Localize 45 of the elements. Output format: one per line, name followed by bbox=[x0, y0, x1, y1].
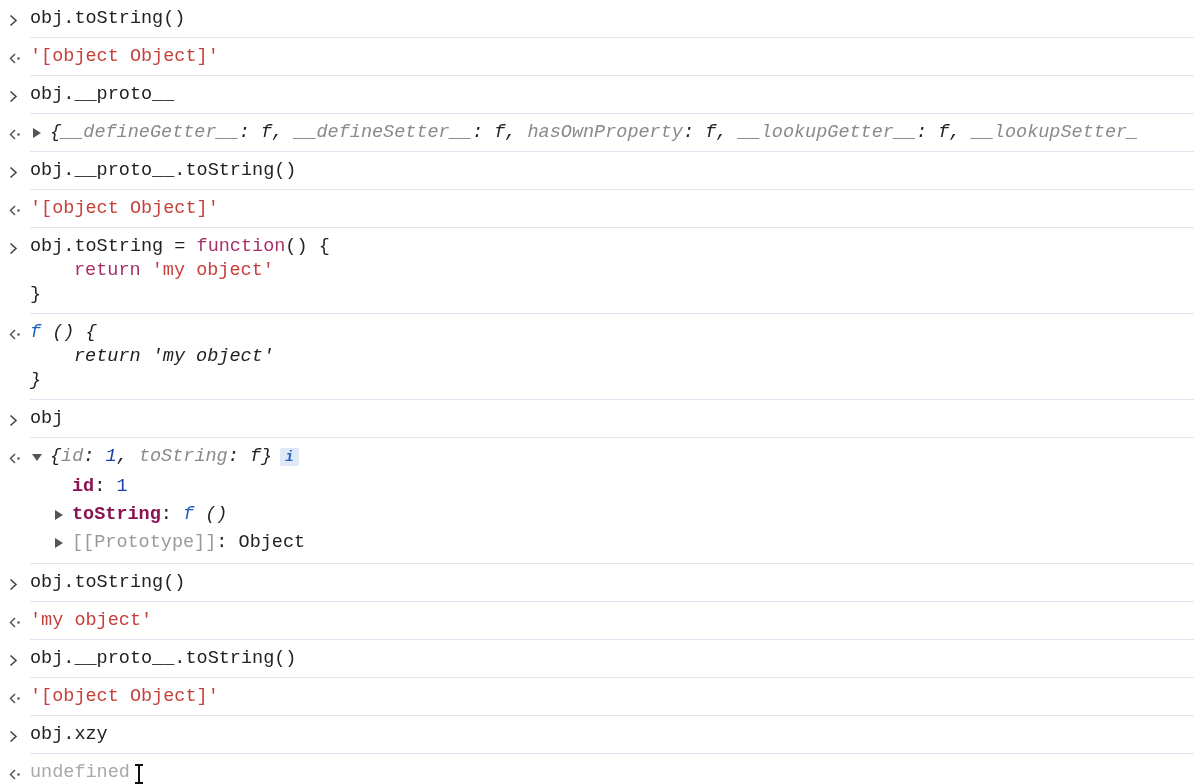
code-line: obj.__proto__ bbox=[30, 83, 175, 107]
prompt-chevron-icon bbox=[9, 730, 18, 743]
object-preview[interactable]: {id: 1, toString: f} bbox=[50, 445, 273, 469]
prompt-chevron-icon bbox=[9, 414, 18, 427]
code-line: } bbox=[30, 283, 42, 307]
prompt-chevron-icon bbox=[9, 14, 18, 27]
result-arrow-icon bbox=[9, 453, 21, 464]
result-arrow-icon bbox=[9, 129, 21, 140]
expand-triangle-icon[interactable] bbox=[54, 538, 64, 548]
prompt-chevron-icon bbox=[9, 90, 18, 103]
result-arrow-icon bbox=[9, 693, 21, 704]
code-line: obj.xzy bbox=[30, 723, 108, 747]
text-cursor-icon bbox=[133, 764, 145, 784]
code-line: obj.toString = function() { bbox=[30, 235, 330, 259]
code-line: obj bbox=[30, 407, 64, 431]
code-line: f () { bbox=[30, 321, 97, 345]
code-line: undefined bbox=[30, 761, 130, 784]
code-line: '[object Object]' bbox=[30, 197, 219, 221]
result-arrow-icon bbox=[9, 329, 21, 340]
code-line: obj.toString() bbox=[30, 571, 186, 595]
code-line: obj.__proto__.toString() bbox=[30, 647, 297, 671]
expand-triangle-icon[interactable] bbox=[54, 510, 64, 520]
code-line: '[object Object]' bbox=[30, 685, 219, 709]
prompt-chevron-icon bbox=[9, 166, 18, 179]
expand-triangle-icon[interactable] bbox=[32, 452, 42, 462]
result-arrow-icon bbox=[9, 53, 21, 64]
property-line[interactable]: toString: f () bbox=[72, 501, 228, 529]
prompt-chevron-icon bbox=[9, 578, 18, 591]
property-line[interactable]: [[Prototype]]: Object bbox=[72, 529, 306, 557]
property-line: id: 1 bbox=[72, 475, 128, 499]
code-line: 'my object' bbox=[30, 609, 153, 633]
expand-triangle-icon[interactable] bbox=[32, 128, 42, 138]
code-line: } bbox=[30, 369, 42, 393]
code-line: '[object Object]' bbox=[30, 45, 219, 69]
code-line: obj.__proto__.toString() bbox=[30, 159, 297, 183]
code-line: return 'my object' bbox=[74, 345, 274, 369]
code-line: obj.toString() bbox=[30, 7, 186, 31]
object-preview[interactable]: {__defineGetter__: f, __defineSetter__: f, hasOwnProperty: f, __lookupGetter__: f, __lookupSetter_ bbox=[50, 121, 1139, 145]
info-badge[interactable]: i bbox=[280, 448, 299, 466]
result-arrow-icon bbox=[9, 769, 21, 780]
result-arrow-icon bbox=[9, 205, 21, 216]
code-line: return 'my object' bbox=[74, 259, 274, 283]
prompt-chevron-icon bbox=[9, 654, 18, 667]
prompt-chevron-icon bbox=[9, 242, 18, 255]
result-arrow-icon bbox=[9, 617, 21, 628]
